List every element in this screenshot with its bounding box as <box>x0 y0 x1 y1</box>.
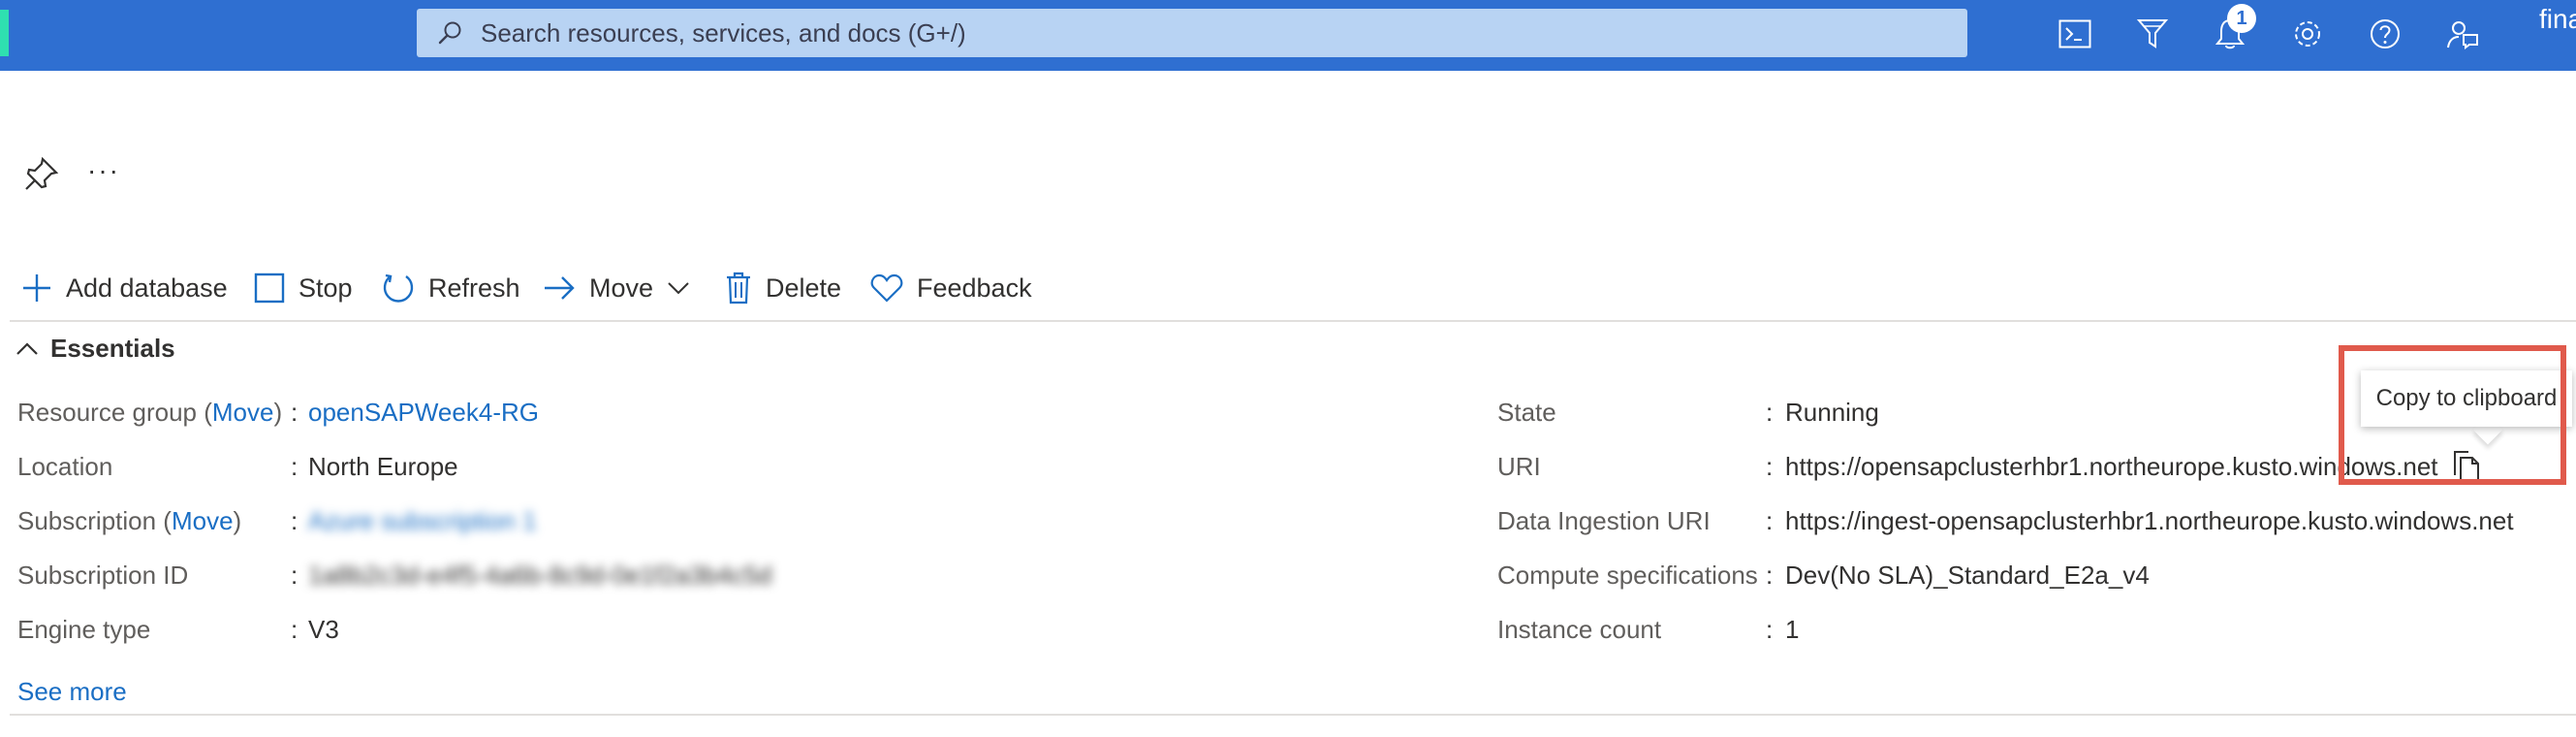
delete-button[interactable]: Delete <box>725 262 841 314</box>
essentials-toggle[interactable]: Essentials <box>16 334 175 364</box>
move-button[interactable]: Move <box>543 262 704 314</box>
separator: : <box>291 506 298 535</box>
separator: : <box>1766 506 1774 535</box>
directory-filter-icon[interactable] <box>2130 12 2175 56</box>
location-value: North Europe <box>308 452 458 481</box>
essentials-title: Essentials <box>50 334 175 363</box>
feedback-button[interactable]: Feedback <box>870 262 1032 314</box>
more-options[interactable]: ··· <box>87 155 120 186</box>
resource-group-value[interactable]: openSAPWeek4-RG <box>308 398 539 428</box>
notification-badge: 1 <box>2227 4 2256 33</box>
subscription-id-value: 1a8b2c3d-e4f5-4a6b-8c9d-0e1f2a3b4c5d <box>308 561 772 590</box>
state-value: Running <box>1785 398 1879 427</box>
subscription-value[interactable]: Azure subscription 1 <box>308 506 537 536</box>
divider <box>10 320 2576 322</box>
arrow-right-icon <box>545 276 575 300</box>
data-ingestion-uri-value: https://ingest-opensapclusterhbr1.northe… <box>1785 506 2514 535</box>
help-icon[interactable] <box>2363 12 2407 56</box>
separator: : <box>291 561 298 590</box>
settings-icon[interactable] <box>2285 12 2330 56</box>
chevron-up-icon <box>16 341 38 355</box>
separator: : <box>1766 398 1774 427</box>
move-label: Move <box>589 272 654 303</box>
command-bar: Add database Stop Refresh Move Delete Fe… <box>0 262 2576 314</box>
see-more-link[interactable]: See more <box>17 677 127 707</box>
search-placeholder: Search resources, services, and docs (G+… <box>481 17 966 48</box>
feedback-icon[interactable] <box>2440 12 2485 56</box>
uri-label: URI <box>1497 452 1541 481</box>
annotation-highlight-box <box>2339 345 2566 485</box>
separator: : <box>291 452 298 481</box>
separator: : <box>291 398 298 427</box>
divider <box>10 714 2576 716</box>
engine-type-value: V3 <box>308 615 339 644</box>
stop-label: Stop <box>298 272 353 303</box>
data-ingestion-uri-label: Data Ingestion URI <box>1497 506 1711 535</box>
portal-menu-accent[interactable] <box>0 10 9 56</box>
separator: : <box>1766 561 1774 590</box>
compute-specifications-value: Dev(No SLA)_Standard_E2a_v4 <box>1785 561 2150 590</box>
subscription-id-label: Subscription ID <box>17 561 189 590</box>
separator: : <box>1766 615 1774 644</box>
subscription-move-link[interactable]: Move <box>172 506 234 535</box>
engine-type-label: Engine type <box>17 615 151 644</box>
refresh-label: Refresh <box>428 272 520 303</box>
subscription-label-text: Subscription <box>17 506 157 535</box>
resource-group-label-text: Resource group <box>17 398 197 427</box>
account-name[interactable]: fina <box>2539 4 2576 35</box>
separator: : <box>291 615 298 644</box>
state-label: State <box>1497 398 1556 427</box>
search-icon <box>436 16 469 49</box>
subscription-label: Subscription (Move) <box>17 506 242 535</box>
refresh-icon <box>383 273 414 303</box>
cloud-shell-icon[interactable] <box>2053 12 2097 56</box>
feedback-label: Feedback <box>917 272 1032 303</box>
add-database-button[interactable]: Add database <box>21 262 228 314</box>
top-bar: Search resources, services, and docs (G+… <box>0 0 2576 71</box>
location-label: Location <box>17 452 113 481</box>
instance-count-value: 1 <box>1785 615 1800 644</box>
instance-count-label: Instance count <box>1497 615 1662 644</box>
compute-specifications-label: Compute specifications <box>1497 561 1758 590</box>
chevron-down-icon <box>668 282 689 295</box>
separator: : <box>1766 452 1774 481</box>
resource-group-label: Resource group (Move) <box>17 398 283 427</box>
stop-icon <box>254 272 285 304</box>
resource-group-move-link[interactable]: Move <box>212 398 274 427</box>
stop-button[interactable]: Stop <box>254 262 353 314</box>
trash-icon <box>727 272 750 304</box>
delete-label: Delete <box>766 272 842 303</box>
add-database-label: Add database <box>66 272 228 303</box>
refresh-button[interactable]: Refresh <box>382 262 520 314</box>
global-search[interactable]: Search resources, services, and docs (G+… <box>417 9 1967 57</box>
pin-icon[interactable] <box>21 155 60 194</box>
heart-icon <box>870 273 903 303</box>
plus-icon <box>23 274 50 302</box>
